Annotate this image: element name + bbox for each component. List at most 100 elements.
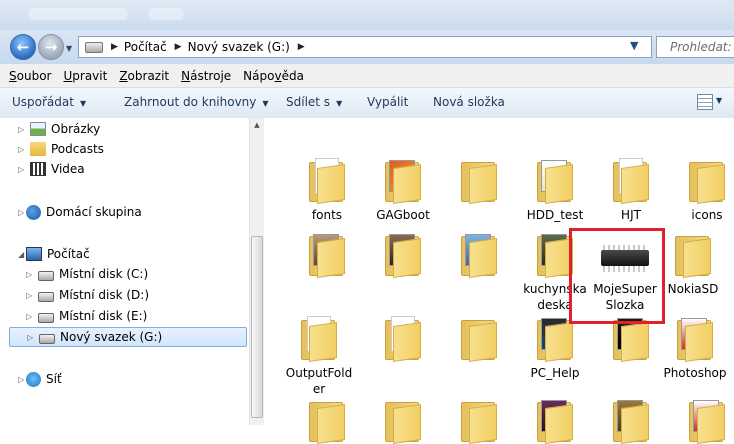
folder-icon <box>30 142 46 156</box>
share-with-button[interactable]: Sdílet s ▼ <box>286 95 342 109</box>
menu-file[interactable]: Soubor <box>6 69 54 83</box>
folder-icon <box>607 158 655 204</box>
folder-icon <box>683 158 731 204</box>
network-icon <box>26 371 41 387</box>
folder-icon <box>379 158 427 204</box>
folder-gagboot[interactable]: GAGboot <box>366 158 440 223</box>
dropdown-arrow-icon: ▼ <box>262 99 269 108</box>
navigation-pane: ▷ Obrázky ▷ Podcasts ▷ Videa ▷ Domácí sk… <box>0 118 264 425</box>
nav-item-disk-g[interactable]: ▷ Nový svazek (G:) <box>9 327 247 347</box>
expand-arrow-icon[interactable]: ▷ <box>26 312 38 321</box>
organize-button[interactable]: Uspořádat ▼ <box>12 95 86 109</box>
blurred-title-part <box>148 8 184 20</box>
folder-pc-help[interactable]: PC_Help <box>518 316 592 381</box>
homegroup-icon <box>26 204 41 220</box>
expand-arrow-icon[interactable]: ▷ <box>18 145 30 154</box>
nav-item-videos[interactable]: ▷ Videa <box>18 159 85 179</box>
menu-view[interactable]: Zobrazit <box>116 69 172 83</box>
folder-icon <box>379 316 427 362</box>
nav-item-disk-c[interactable]: ▷ Místní disk (C:) <box>26 264 148 284</box>
nav-item-podcasts[interactable]: ▷ Podcasts <box>18 139 104 159</box>
nav-item-computer[interactable]: ◢ Počítač <box>18 244 90 264</box>
folder-icon <box>303 398 351 444</box>
expand-arrow-icon[interactable]: ▷ <box>26 291 38 300</box>
breadcrumb-computer[interactable]: Počítač <box>124 40 167 54</box>
folder-icon <box>669 232 717 278</box>
pictures-icon <box>30 122 46 136</box>
scroll-up-icon[interactable]: ▲ <box>250 118 264 132</box>
nav-item-homegroup[interactable]: ▷ Domácí skupina <box>18 202 142 222</box>
menu-bar: Soubor Upravit Zobrazit Nástroje Nápověd… <box>0 64 734 88</box>
folder-label: NokiaSD <box>667 282 719 296</box>
folder-icon <box>683 398 731 444</box>
drive-icon <box>85 41 103 53</box>
history-dropdown-icon[interactable]: ▼ <box>66 44 72 53</box>
nav-item-network[interactable]: ▷ Síť <box>18 369 62 389</box>
folder-icons[interactable]: icons <box>670 158 734 223</box>
nav-item-disk-d[interactable]: ▷ Místní disk (D:) <box>26 285 149 305</box>
scrollbar-thumb[interactable] <box>251 236 263 418</box>
folder-hidden-5[interactable] <box>366 316 440 362</box>
folder-fonts[interactable]: fonts <box>290 158 364 223</box>
expand-arrow-icon[interactable]: ▷ <box>18 375 26 384</box>
navigation-scrollbar[interactable]: ▲ <box>249 118 264 425</box>
chevron-right-icon[interactable]: ▶ <box>298 42 305 52</box>
breadcrumb-drive-g[interactable]: Nový svazek (G:) <box>188 40 290 54</box>
forward-button[interactable]: → <box>38 34 64 60</box>
folder-label: PC_Help <box>530 366 580 380</box>
expand-arrow-icon[interactable]: ▷ <box>18 208 26 217</box>
folder-hidden-2[interactable] <box>290 232 364 278</box>
change-view-icon[interactable] <box>697 94 713 110</box>
folder-icon <box>303 158 351 204</box>
folder-hidden-1[interactable] <box>442 158 516 204</box>
folder-partial-4[interactable] <box>518 398 592 444</box>
address-field[interactable]: ▶ Počítač ▶ Nový svazek (G:) ▶ <box>78 36 652 58</box>
folder-partial-1[interactable] <box>290 398 364 444</box>
folder-icon <box>455 316 503 362</box>
folder-label: fonts <box>311 208 343 222</box>
folder-label: Photoshop <box>663 366 727 380</box>
folder-icon <box>671 316 719 362</box>
chevron-right-icon[interactable]: ▶ <box>111 42 118 52</box>
title-bar <box>0 0 734 30</box>
expand-arrow-icon[interactable]: ▷ <box>26 270 38 279</box>
folder-icon <box>455 398 503 444</box>
expand-arrow-icon[interactable]: ▷ <box>18 125 30 134</box>
expand-arrow-icon[interactable]: ▷ <box>27 333 39 342</box>
folder-label: OutputFold er <box>285 366 353 396</box>
folder-hjt[interactable]: HJT <box>594 158 668 223</box>
chevron-right-icon[interactable]: ▶ <box>175 42 182 52</box>
new-folder-button[interactable]: Nová složka <box>433 95 505 109</box>
folder-photoshop[interactable]: Photoshop <box>657 316 733 381</box>
include-in-library-button[interactable]: Zahrnout do knihovny ▼ <box>124 95 269 109</box>
back-button[interactable]: ← <box>10 34 36 60</box>
folder-icon <box>531 398 579 444</box>
arrow-left-icon: ← <box>16 38 30 56</box>
computer-icon <box>26 247 42 261</box>
nav-item-disk-e[interactable]: ▷ Místní disk (E:) <box>26 306 147 326</box>
burn-button[interactable]: Vypálit <box>367 95 408 109</box>
expand-arrow-icon[interactable]: ▷ <box>18 165 30 174</box>
search-input[interactable]: Prohledat: N <box>656 36 734 58</box>
folder-outputfolder[interactable]: OutputFold er <box>280 316 358 397</box>
folder-nokiasd[interactable]: NokiaSD <box>656 232 730 297</box>
drive-icon <box>38 270 54 281</box>
address-bar-area: ← → ▼ ▶ Počítač ▶ Nový svazek (G:) ▶ ▼ P… <box>0 30 734 64</box>
folder-hdd-test[interactable]: HDD_test <box>518 158 592 223</box>
video-icon <box>30 162 46 176</box>
folder-partial-5[interactable] <box>594 398 668 444</box>
menu-tools[interactable]: Nástroje <box>178 69 234 83</box>
menu-edit[interactable]: Upravit <box>60 69 110 83</box>
folder-partial-2[interactable] <box>366 398 440 444</box>
view-dropdown-icon[interactable]: ▼ <box>716 96 722 105</box>
folder-hidden-4[interactable] <box>442 232 516 278</box>
folder-hidden-6[interactable] <box>442 316 516 362</box>
folder-icon <box>379 398 427 444</box>
refresh-icon[interactable]: ▼ <box>630 39 638 52</box>
menu-help[interactable]: Nápověda <box>240 69 307 83</box>
nav-item-pictures[interactable]: ▷ Obrázky <box>18 119 100 139</box>
collapse-arrow-icon[interactable]: ◢ <box>18 250 26 259</box>
folder-partial-6[interactable] <box>670 398 734 444</box>
folder-partial-3[interactable] <box>442 398 516 444</box>
folder-hidden-3[interactable] <box>366 232 440 278</box>
